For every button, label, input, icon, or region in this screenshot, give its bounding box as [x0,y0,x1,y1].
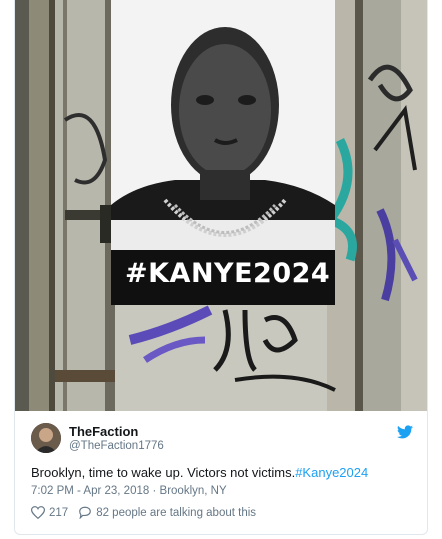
tweet-photo[interactable]: #KANYE2024 [15,0,427,411]
twitter-bird-icon[interactable] [397,425,413,439]
user-handle[interactable]: @TheFaction1776 [69,440,164,452]
timestamp[interactable]: 7:02 PM - Apr 23, 2018 [31,485,149,497]
reply-bubble-icon [79,506,92,519]
tweet-text-prefix: Brooklyn, time to wake up. Victors not v… [31,465,296,480]
meta-separator: · [152,485,157,497]
like-count: 217 [49,506,69,519]
tweet-body: TheFaction @TheFaction1776 Brooklyn, tim… [15,411,427,534]
avatar[interactable] [31,423,61,453]
tweet-actions: 217 82 people are talking about this [31,506,256,519]
poster-hashtag: #KANYE2024 [125,258,331,289]
hashtag-link[interactable]: #Kanye2024 [295,465,368,480]
tweet-meta: 7:02 PM - Apr 23, 2018 · Brooklyn, NY [31,485,227,497]
tweet-text: Brooklyn, time to wake up. Victors not v… [31,464,421,481]
display-name[interactable]: TheFaction [69,424,138,439]
talking-text: 82 people are talking about this [96,506,257,519]
wall-poster-image [15,0,427,411]
heart-icon [31,506,45,519]
like-button[interactable]: 217 [31,506,68,519]
tweet-card: #KANYE2024 TheFaction @TheFaction1776 Br… [14,0,428,535]
avatar-image [31,423,61,453]
conversation-link[interactable]: 82 people are talking about this [78,506,256,519]
location[interactable]: Brooklyn, NY [160,485,227,497]
